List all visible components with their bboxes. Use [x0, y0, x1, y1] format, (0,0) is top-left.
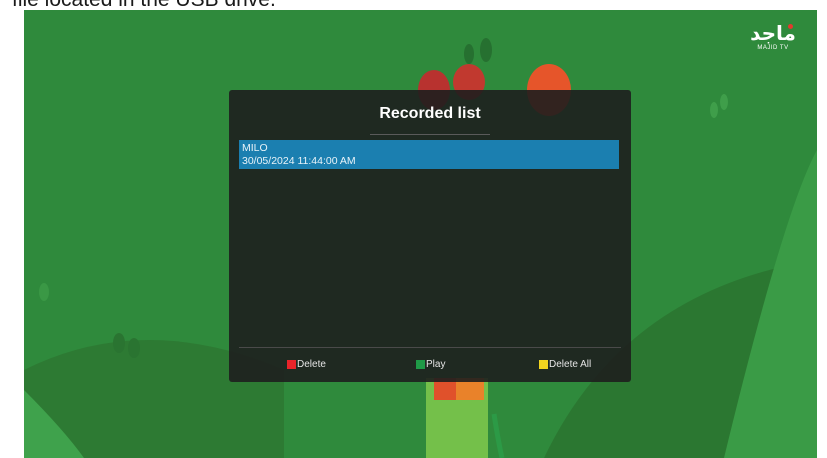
- recordings-list: MILO 30/05/2024 11:44:00 AM: [239, 140, 619, 169]
- recording-datetime: 30/05/2024 11:44:00 AM: [242, 155, 356, 167]
- recording-row[interactable]: MILO 30/05/2024 11:44:00 AM: [239, 140, 619, 169]
- play-key-hint[interactable]: Play: [416, 359, 445, 370]
- green-key-icon: [416, 360, 425, 369]
- recorded-list-dialog: Recorded list MILO 30/05/2024 11:44:00 A…: [229, 90, 631, 382]
- red-key-icon: [287, 360, 296, 369]
- yellow-key-icon: [539, 360, 548, 369]
- logo-dot-icon: [788, 24, 793, 29]
- dialog-title: Recorded list: [379, 105, 481, 122]
- recording-name: MILO: [242, 142, 268, 154]
- caption-text: file located in the USB drive.: [12, 0, 712, 10]
- key-hint-bar: Delete Play Delete All: [239, 347, 621, 382]
- play-label: Play: [426, 359, 446, 370]
- channel-logo: ماجد MAJID TV: [743, 22, 803, 52]
- delete-all-key-hint[interactable]: Delete All: [539, 359, 591, 370]
- delete-label: Delete: [297, 359, 326, 370]
- title-divider: [370, 134, 490, 135]
- logo-arabic-text: ماجد: [750, 21, 796, 45]
- logo-subtitle: MAJID TV: [757, 45, 789, 51]
- delete-key-hint[interactable]: Delete: [287, 359, 326, 370]
- delete-all-label: Delete All: [549, 359, 592, 370]
- tv-screen: ماجد MAJID TV Recorded list MILO 30/05/2…: [24, 10, 817, 458]
